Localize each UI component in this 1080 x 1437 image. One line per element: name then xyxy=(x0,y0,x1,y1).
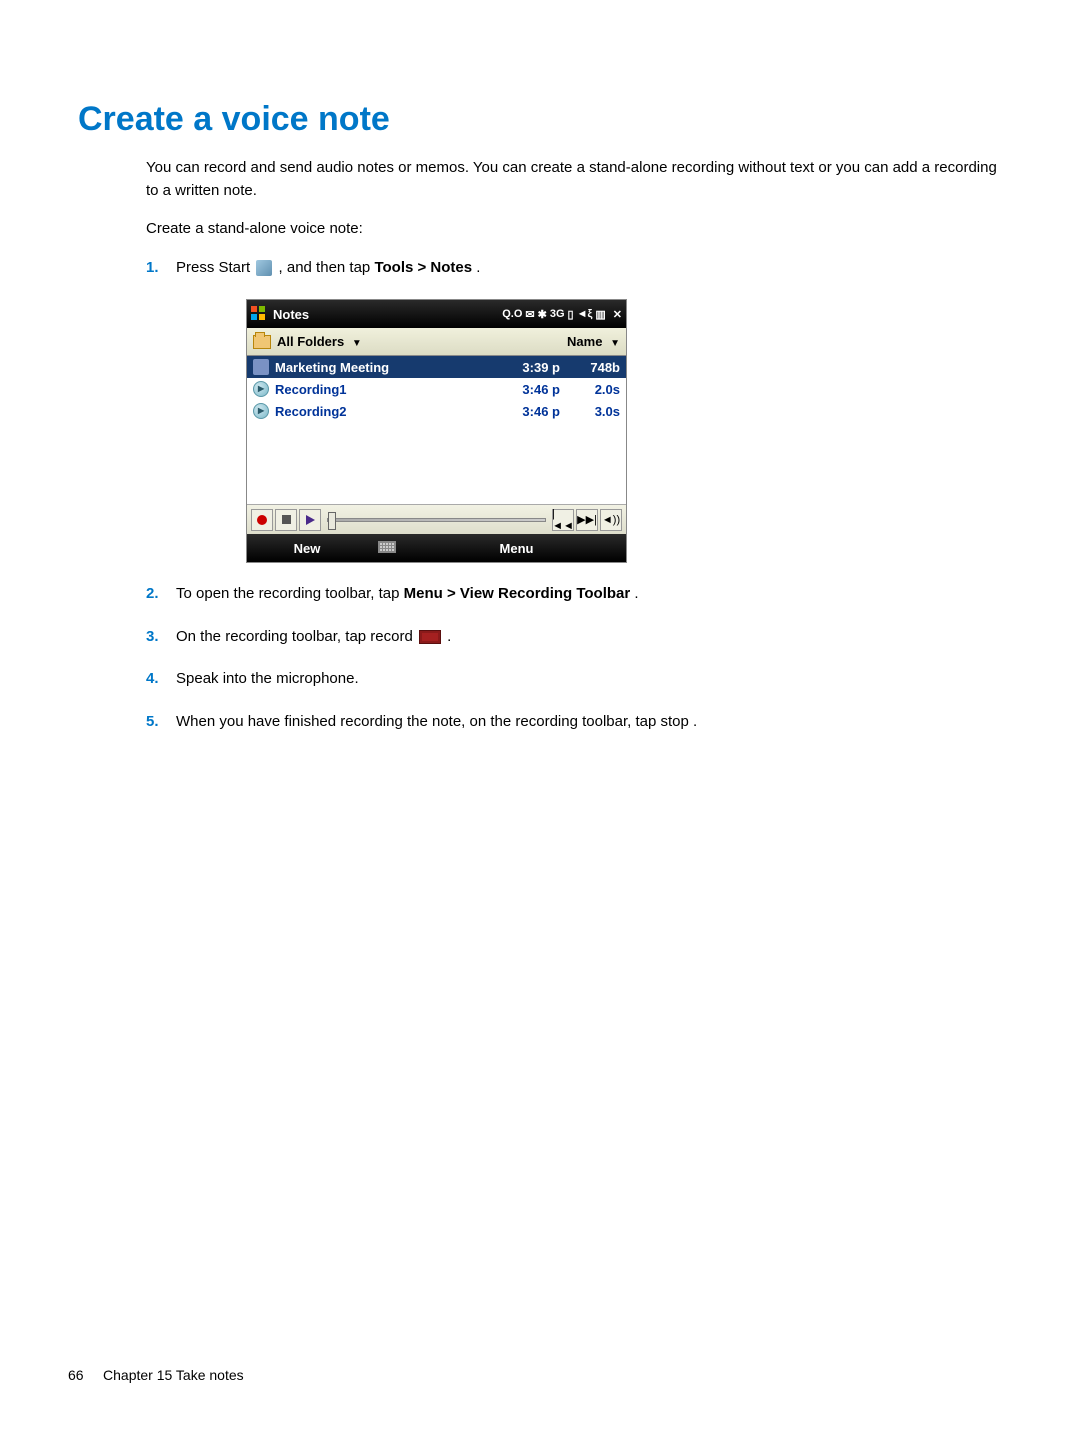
vibrate-icon[interactable]: ◄ξ xyxy=(577,308,593,320)
signal-icon: ▯ xyxy=(568,308,574,321)
menu-button[interactable]: Menu xyxy=(407,541,626,556)
record-dot-icon xyxy=(257,515,267,525)
chapter-label: Chapter 15 Take notes xyxy=(103,1367,244,1383)
step-text: Press Start , and then tap Tools > Notes… xyxy=(176,257,1002,280)
note-time: 3:46 p xyxy=(490,382,560,397)
next-button[interactable]: ▶▶| xyxy=(576,509,598,531)
text-frag: , and then tap xyxy=(279,259,375,276)
text-frag: On the recording toolbar, tap record xyxy=(176,628,417,645)
new-button[interactable]: New xyxy=(247,541,367,556)
recording-toolbar: |◄◄ ▶▶| ◄)) xyxy=(247,504,626,534)
note-time: 3:46 p xyxy=(490,404,560,419)
step-number: 3. xyxy=(146,626,176,649)
text-frag: . xyxy=(634,585,638,602)
close-icon[interactable]: ✕ xyxy=(613,308,622,321)
play-button[interactable] xyxy=(299,509,321,531)
stop-square-icon xyxy=(282,515,291,524)
folder-sort-bar: All Folders ▼ Name ▼ xyxy=(247,328,626,356)
text-frag: . xyxy=(447,628,451,645)
page-heading: Create a voice note xyxy=(78,100,1002,139)
note-size: 2.0s xyxy=(560,382,620,397)
step-text: To open the recording toolbar, tap Menu … xyxy=(176,583,1002,606)
skip-prev-icon: |◄◄ xyxy=(552,508,574,532)
folder-icon xyxy=(253,335,271,349)
note-size: 3.0s xyxy=(560,404,620,419)
titlebar: Notes Q.O ✉ ✱ 3G ▯ ◄ξ ▥ ✕ xyxy=(247,300,626,328)
step-5: 5. When you have finished recording the … xyxy=(146,711,1002,734)
volume-icon: ◄)) xyxy=(602,514,620,526)
note-name: Recording1 xyxy=(275,382,490,397)
notes-app-screenshot: Notes Q.O ✉ ✱ 3G ▯ ◄ξ ▥ ✕ All Folders ▼ xyxy=(246,299,627,563)
bluetooth-icon[interactable]: ✱ xyxy=(538,308,547,321)
keyboard-button[interactable] xyxy=(367,540,407,556)
list-item[interactable]: Recording2 3:46 p 3.0s xyxy=(247,400,626,422)
playback-slider[interactable] xyxy=(327,518,546,522)
text-frag: Press Start xyxy=(176,259,254,276)
step-1: 1. Press Start , and then tap Tools > No… xyxy=(146,257,1002,280)
text-frag: To open the recording toolbar, tap xyxy=(176,585,404,602)
prev-button[interactable]: |◄◄ xyxy=(552,509,574,531)
start-icon xyxy=(256,260,272,276)
play-triangle-icon xyxy=(306,515,315,525)
folder-dropdown[interactable]: All Folders ▼ xyxy=(277,334,567,349)
keyboard-icon xyxy=(378,541,396,553)
app-title: Notes xyxy=(273,307,502,322)
note-icon xyxy=(253,359,269,375)
step-4: 4. Speak into the microphone. xyxy=(146,668,1002,691)
record-icon xyxy=(419,630,441,644)
audio-icon xyxy=(253,381,269,397)
intro-paragraph: You can record and send audio notes or m… xyxy=(146,157,1002,202)
sort-dropdown[interactable]: Name ▼ xyxy=(567,334,620,349)
threeg-icon: 3G xyxy=(550,308,565,320)
page-footer: 66 Chapter 15 Take notes xyxy=(68,1367,244,1383)
step-number: 2. xyxy=(146,583,176,606)
text-frag: . xyxy=(476,259,480,276)
list-item[interactable]: Recording1 3:46 p 2.0s xyxy=(247,378,626,400)
step-text: Speak into the microphone. xyxy=(176,668,1002,691)
volume-button[interactable]: ◄)) xyxy=(600,509,622,531)
step-2: 2. To open the recording toolbar, tap Me… xyxy=(146,583,1002,606)
folder-dropdown-label: All Folders xyxy=(277,334,344,349)
step-text: When you have finished recording the not… xyxy=(176,711,1002,734)
page-number: 66 xyxy=(68,1367,84,1383)
note-size: 748b xyxy=(560,360,620,375)
record-button[interactable] xyxy=(251,509,273,531)
qo-icon: Q.O xyxy=(502,308,522,320)
battery-icon[interactable]: ▥ xyxy=(595,308,605,321)
audio-icon xyxy=(253,403,269,419)
step-number: 1. xyxy=(146,257,176,280)
note-time: 3:39 p xyxy=(490,360,560,375)
windows-flag-icon[interactable] xyxy=(251,306,267,322)
step-3: 3. On the recording toolbar, tap record … xyxy=(146,626,1002,649)
chevron-down-icon: ▼ xyxy=(610,338,620,349)
status-icons: Q.O ✉ ✱ 3G ▯ ◄ξ ▥ ✕ xyxy=(502,308,622,321)
message-icon[interactable]: ✉ xyxy=(525,308,534,321)
bottom-menubar: New Menu xyxy=(247,534,626,562)
step-text: On the recording toolbar, tap record . xyxy=(176,626,1002,649)
text-frag: When you have finished recording the not… xyxy=(176,713,693,730)
step-number: 4. xyxy=(146,668,176,691)
step-number: 5. xyxy=(146,711,176,734)
note-name: Recording2 xyxy=(275,404,490,419)
bold-text: Tools > Notes xyxy=(374,259,472,276)
slider-thumb[interactable] xyxy=(328,512,336,530)
sort-dropdown-label: Name xyxy=(567,334,602,349)
text-frag: . xyxy=(693,713,697,730)
chevron-down-icon: ▼ xyxy=(352,338,362,349)
list-item[interactable]: Marketing Meeting 3:39 p 748b xyxy=(247,356,626,378)
skip-next-icon: ▶▶| xyxy=(577,513,597,526)
notes-list: Marketing Meeting 3:39 p 748b Recording1… xyxy=(247,356,626,504)
stop-button[interactable] xyxy=(275,509,297,531)
bold-text: Menu > View Recording Toolbar xyxy=(404,585,631,602)
subintro-paragraph: Create a stand-alone voice note: xyxy=(146,218,1002,241)
note-name: Marketing Meeting xyxy=(275,360,490,375)
